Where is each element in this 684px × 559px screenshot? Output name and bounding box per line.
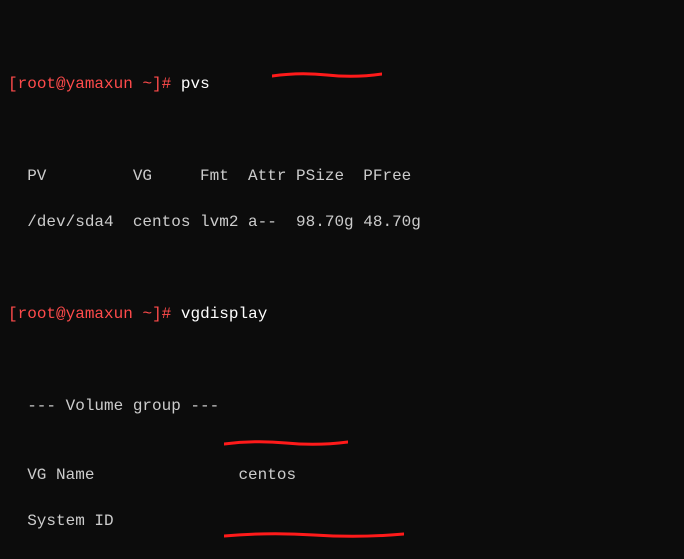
command-vgdisplay-space [171, 305, 181, 323]
prompt-user: root [18, 75, 56, 93]
underline-pvs-size [272, 64, 382, 72]
prompt-at-2: @ [56, 305, 66, 323]
prompt-line-2: [root@yamaxun ~]# vgdisplay [0, 303, 684, 326]
prompt-close-bracket-2: ] [152, 305, 162, 323]
vg-name-value: centos [238, 466, 296, 484]
prompt-line-1: [root@yamaxun ~]# pvs [0, 73, 684, 96]
system-id-label: System ID [8, 512, 238, 530]
terminal[interactable]: [root@yamaxun ~]# pvs PV VG Fmt Attr PSi… [0, 0, 684, 559]
underline-vg-size [224, 432, 348, 440]
prompt-at: @ [56, 75, 66, 93]
prompt-close-bracket: ] [152, 75, 162, 93]
prompt-space [133, 75, 143, 93]
prompt-host: yamaxun [66, 75, 133, 93]
command-vgdisplay-text: vgdisplay [181, 305, 267, 323]
vg-name-row: VG Name centos [0, 464, 684, 487]
prompt-open-bracket: [ [8, 75, 18, 93]
prompt-open-bracket-2: [ [8, 305, 18, 323]
system-id-row: System ID [0, 510, 684, 533]
pvs-row: /dev/sda4 centos lvm2 a-- 98.70g 48.70g [0, 211, 684, 234]
prompt-hash: # [162, 75, 172, 93]
pvs-header: PV VG Fmt Attr PSize PFree [0, 165, 684, 188]
vgdisplay-title: --- Volume group --- [0, 395, 684, 418]
prompt-host-2: yamaxun [66, 305, 133, 323]
prompt-path-2: ~ [142, 305, 152, 323]
prompt-user-2: root [18, 305, 56, 323]
prompt-space-2 [133, 305, 143, 323]
vg-name-label: VG Name [8, 466, 238, 484]
prompt-path: ~ [142, 75, 152, 93]
prompt-hash-2: # [162, 305, 172, 323]
command-pvs-text: pvs [181, 75, 210, 93]
command-pvs [171, 75, 181, 93]
